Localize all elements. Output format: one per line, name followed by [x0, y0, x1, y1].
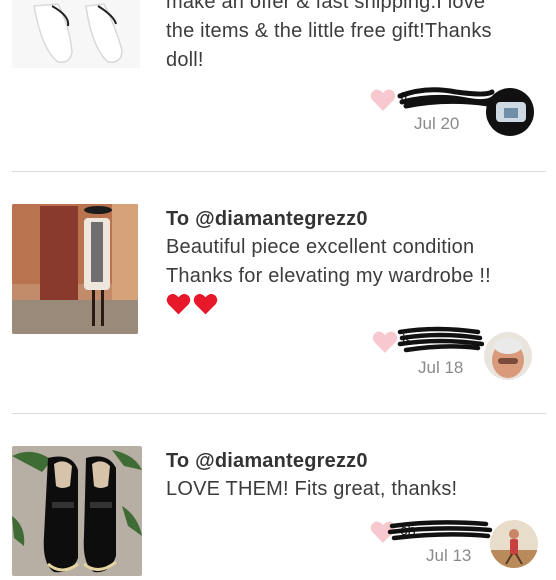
review-item: To @diamantegrezz0 Beautiful piece excel… [0, 172, 556, 414]
to-label: To [166, 208, 190, 230]
white-pointed-flats-photo-icon [12, 0, 140, 68]
heart-like-icon[interactable] [370, 520, 396, 544]
reviewer-avatar[interactable] [484, 332, 532, 380]
review-thumbnail[interactable] [12, 204, 138, 334]
recipient-username-link[interactable]: @diamantegrezz0 [195, 450, 368, 472]
review-message: make an offer & fast shipping.I love the… [166, 0, 526, 75]
review-message-line: doll! [166, 49, 204, 71]
reviewer-username[interactable]: fi [400, 90, 408, 107]
review-message-line: Thanks for elevating my wardrobe !! [166, 265, 491, 287]
review-message-line: Beautiful piece excellent condition [166, 236, 475, 258]
reviewer-avatar-photo-icon [484, 332, 532, 380]
reviewer-avatar-photo-icon [486, 88, 534, 136]
emoji-row [166, 292, 218, 316]
review-message-line: the items & the little free gift!Thanks [166, 20, 492, 42]
review-message-line: LOVE THEM! Fits great, thanks! [166, 478, 458, 500]
review-date: Jul 18 [418, 358, 464, 377]
review-date: Jul 13 [426, 546, 472, 565]
reviewer-avatar-photo-icon [490, 520, 538, 568]
heart-emoji-icon [166, 293, 191, 315]
review-meta: is Jul 18 [366, 326, 546, 380]
review-meta: ch Jul 13 [366, 518, 546, 568]
vest-outfit-photo-icon [12, 204, 138, 334]
review-meta: fi Jul 20 [366, 87, 546, 138]
heart-like-icon[interactable] [370, 88, 396, 112]
reviewer-username[interactable]: ch [400, 522, 416, 539]
review-date: Jul 20 [414, 114, 460, 133]
redaction-scribble-icon [397, 87, 496, 109]
review-item: make an offer & fast shipping.I love the… [0, 0, 556, 172]
heart-emoji-icon [193, 293, 218, 315]
review-feed: make an offer & fast shipping.I love the… [0, 0, 556, 580]
review-thumbnail[interactable] [12, 0, 140, 68]
review-message-line: make an offer & fast shipping.I love [166, 0, 486, 13]
reviewer-username[interactable]: is [402, 332, 413, 349]
reviewer-avatar[interactable] [486, 88, 534, 136]
review-thumbnail[interactable] [12, 446, 142, 576]
review-message: LOVE THEM! Fits great, thanks! [166, 475, 526, 504]
to-label: To [166, 450, 190, 472]
review-item: To @diamantegrezz0 LOVE THEM! Fits great… [0, 414, 556, 580]
review-message: Beautiful piece excellent condition Than… [166, 233, 526, 291]
review-recipient: To @diamantegrezz0 [166, 208, 368, 231]
review-recipient: To @diamantegrezz0 [166, 450, 368, 473]
recipient-username-link[interactable]: @diamantegrezz0 [195, 208, 368, 230]
heart-like-icon[interactable] [372, 330, 398, 354]
black-patent-loafers-photo-icon [12, 446, 142, 576]
reviewer-avatar[interactable] [490, 520, 538, 568]
